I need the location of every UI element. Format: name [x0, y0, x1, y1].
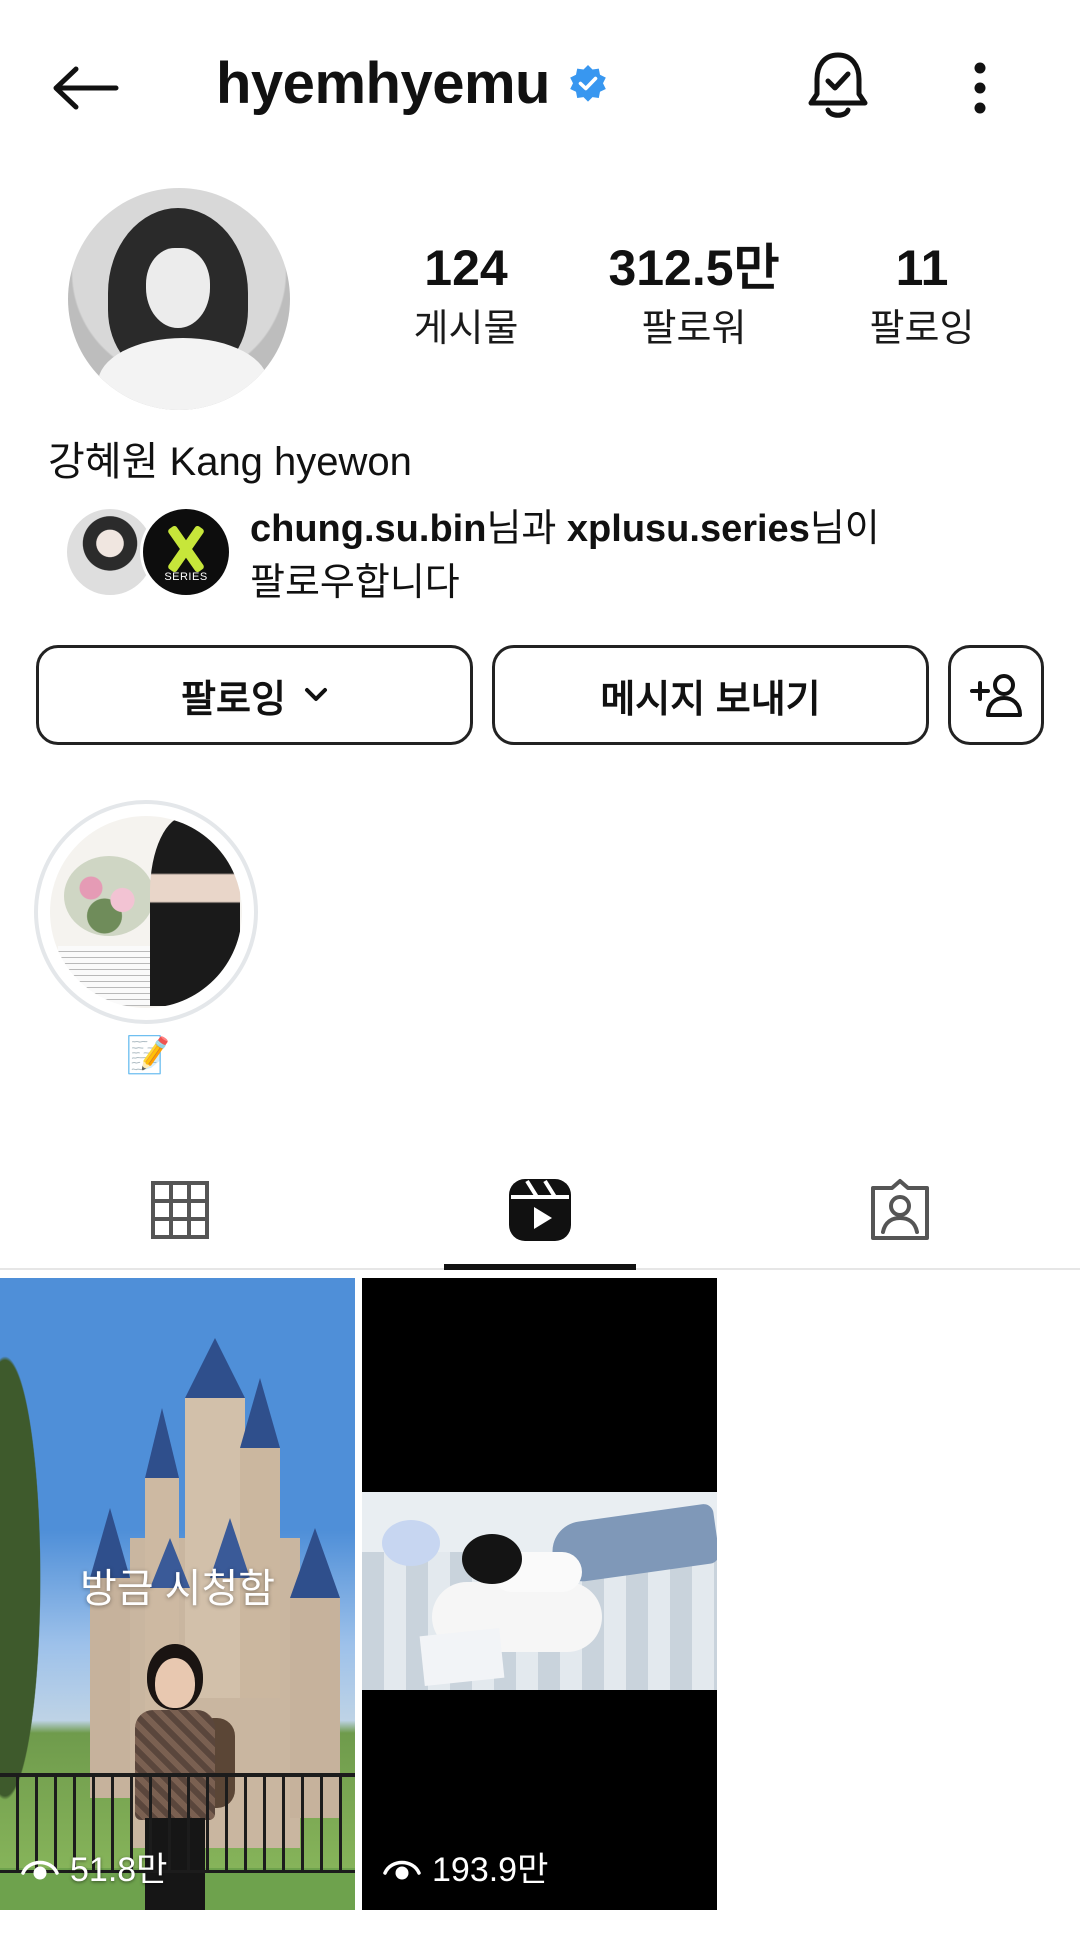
stat-following[interactable]: 11 팔로잉: [822, 238, 1022, 356]
back-arrow-icon: [53, 66, 119, 110]
profile-username: hyemhyemu: [216, 51, 550, 116]
mutual-followers-text: chung.su.bin님과 xplusu.series님이 팔로우합니다: [250, 502, 990, 610]
verified-badge-icon: [570, 65, 606, 102]
reel-thumbnail[interactable]: 193.9만: [362, 1278, 717, 1910]
tagged-icon: [871, 1179, 929, 1240]
reel-view-count: 193.9만: [382, 1842, 548, 1891]
mutual-user-2: xplusu.series: [566, 508, 810, 550]
message-button-label: 메시지 보내기: [600, 678, 821, 721]
story-highlight-label: 📝: [125, 1034, 171, 1075]
reel-lamp: [382, 1520, 440, 1566]
message-button[interactable]: 메시지 보내기: [492, 645, 929, 745]
view-eye-icon: [382, 1847, 422, 1887]
highlight-text-block: [58, 946, 158, 1006]
reel-person-head: [155, 1658, 195, 1708]
stat-posts[interactable]: 124 게시물: [366, 238, 566, 356]
reel-view-count-text: 193.9만: [432, 1851, 549, 1889]
mutual-avatar-2-text: SERIES: [164, 571, 208, 583]
just-watched-label: 방금 시청함: [79, 1567, 276, 1611]
mutual-connector: 님과: [486, 508, 567, 550]
reel-paper: [419, 1627, 505, 1687]
profile-full-name: 강혜원 Kang hyewon: [48, 440, 412, 484]
profile-tabs: [0, 1150, 1080, 1270]
story-highlight[interactable]: [34, 800, 258, 1024]
notification-bell-button[interactable]: [800, 44, 876, 128]
back-button[interactable]: [40, 50, 130, 126]
stat-followers[interactable]: 312.5만 팔로워: [594, 238, 794, 356]
mutual-avatar-2: SERIES: [140, 506, 232, 598]
profile-header: hyemhyemu: [0, 0, 1080, 170]
tab-tagged[interactable]: [720, 1150, 1080, 1270]
view-eye-icon: [20, 1847, 60, 1887]
notification-bell-icon: [808, 52, 868, 118]
story-highlight-cover: [50, 816, 242, 1008]
stat-posts-label: 게시물: [413, 308, 519, 350]
more-options-button[interactable]: [960, 50, 1000, 126]
highlight-flowers: [64, 856, 154, 936]
profile-avatar[interactable]: [68, 188, 290, 410]
mutual-line-2: 팔로우합니다: [250, 562, 460, 604]
stat-posts-count: 124: [424, 240, 508, 296]
stat-following-label: 팔로잉: [869, 308, 975, 350]
reel-person: [462, 1534, 582, 1594]
reel-person-hair: [462, 1534, 522, 1584]
more-options-icon: [974, 62, 986, 114]
highlight-person: [150, 816, 240, 1006]
active-tab-indicator: [444, 1264, 636, 1270]
tab-reels[interactable]: [360, 1150, 720, 1270]
reel-view-count-text: 51.8만: [70, 1851, 168, 1889]
reels-icon: [509, 1179, 571, 1241]
grid-icon: [151, 1181, 209, 1239]
chevron-down-icon: [304, 687, 328, 703]
mutual-followers[interactable]: SERIES chung.su.bin님과 xplusu.series님이 팔로…: [64, 502, 1024, 612]
following-button-label: 팔로잉: [181, 678, 286, 721]
stat-following-count: 11: [895, 240, 949, 296]
reel-view-count: 51.8만: [20, 1842, 167, 1891]
add-user-icon: [970, 674, 1022, 717]
mutual-user-1: chung.su.bin: [250, 508, 487, 550]
tab-posts-grid[interactable]: [0, 1150, 360, 1270]
avatar-face: [146, 248, 210, 328]
add-user-button[interactable]: [948, 645, 1044, 745]
reel-video-frame: [362, 1492, 717, 1690]
stat-followers-label: 팔로워: [641, 308, 747, 350]
stat-followers-count: 312.5만: [608, 240, 780, 296]
following-button[interactable]: 팔로잉: [36, 645, 473, 745]
reel-thumbnail[interactable]: 방금 시청함 51.8만: [0, 1278, 355, 1910]
mutual-suffix: 님이: [809, 508, 880, 550]
